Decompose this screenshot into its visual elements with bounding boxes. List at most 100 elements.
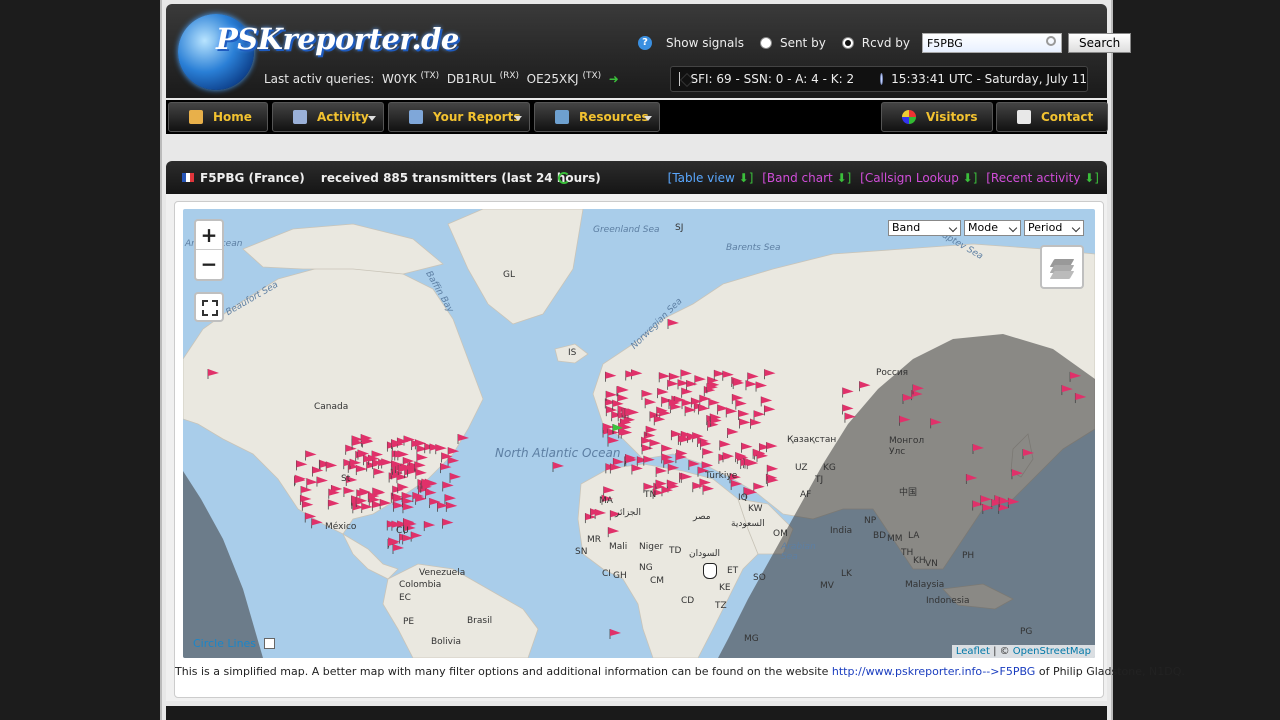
nav-visitors[interactable]: Visitors: [881, 102, 993, 132]
last-queries-label: Last activ queries:: [264, 72, 375, 86]
mongolia-label: Монгол Улс: [889, 436, 925, 457]
transmitter-flag-marker[interactable]: [402, 503, 414, 514]
arabian-sea-label: Arabian Sea: [781, 542, 816, 562]
circle-lines-checkbox[interactable]: [263, 638, 275, 649]
arctic-islands: [242, 223, 444, 275]
nav-activity[interactable]: Activity: [272, 102, 384, 132]
terminator-west-overlay: [183, 471, 263, 658]
callsign-lookup-link[interactable]: [Callsign Lookup ⬇]: [860, 171, 977, 185]
circle-lines-toggle[interactable]: Circle Lines: [193, 637, 275, 650]
nav-home[interactable]: Home: [168, 102, 268, 132]
map-footnote: This is a simplified map. A better map w…: [175, 665, 1185, 678]
mali-label: Mali: [609, 542, 628, 552]
transmitter-flag-marker[interactable]: [447, 456, 460, 467]
help-icon[interactable]: ?: [638, 36, 652, 50]
transmitter-flag-marker[interactable]: [440, 463, 452, 474]
transmitter-flag-marker[interactable]: [552, 462, 564, 472]
transmitter-flag-marker[interactable]: [449, 472, 462, 483]
ci-label: CI: [602, 569, 611, 579]
kw-label: KW: [748, 504, 763, 514]
utc-datetime: 15:33:41 UTC - Saturday, July 11: [891, 72, 1087, 86]
callsign-search-input[interactable]: [921, 33, 1062, 53]
recent-activity-link[interactable]: [Recent activity ⬇]: [986, 171, 1099, 185]
transmitter-flag-marker[interactable]: [442, 518, 454, 529]
rcvd-by-radio[interactable]: [841, 37, 854, 49]
eg-label: مصر: [693, 512, 711, 522]
page-container: PSKreporter.de Last activ queries: W0YK …: [160, 0, 1185, 720]
so-label: SO: [753, 573, 766, 583]
canada-label: Canada: [314, 402, 349, 412]
query-link[interactable]: OE25XKJ (TX): [523, 71, 601, 86]
band-chart-link[interactable]: [Band chart ⬇]: [762, 171, 851, 185]
transmitter-flag-marker[interactable]: [445, 501, 458, 512]
sent-by-radio[interactable]: [759, 37, 772, 49]
query-link[interactable]: W0YK (TX): [378, 71, 439, 86]
kh-label: KH: [913, 556, 926, 566]
layers-button[interactable]: [1040, 245, 1084, 289]
mr-label: MR: [587, 535, 602, 545]
np-label: NP: [864, 516, 877, 526]
query-link[interactable]: DB1RUL (RX): [443, 71, 519, 86]
td-label: TD: [669, 546, 682, 556]
info-bar: SFI: 69 - SSN: 0 - A: 4 - K: 2 15:33:41 …: [670, 66, 1088, 92]
site-logo[interactable]: PSKreporter.de: [216, 22, 459, 56]
mode-select[interactable]: Mode: [964, 220, 1021, 236]
uz-label: UZ: [795, 463, 808, 473]
circle-lines-label: Circle Lines: [193, 637, 257, 650]
nav-contact[interactable]: Contact: [996, 102, 1108, 132]
st-label: St: [341, 474, 351, 484]
tj-label: TJ: [815, 475, 824, 485]
zoom-out-button[interactable]: −: [196, 250, 222, 279]
nav-your-reports[interactable]: Your Reports: [388, 102, 530, 132]
et-label: ET: [727, 566, 739, 576]
transmitter-flag-marker[interactable]: [425, 488, 437, 499]
solar-icon: [679, 72, 681, 86]
osm-link[interactable]: OpenStreetMap: [1013, 646, 1091, 657]
pe-label: PE: [403, 617, 415, 627]
nav-resources[interactable]: Resources: [534, 102, 660, 132]
vn-label: VN: [925, 559, 938, 569]
pskreporter-link[interactable]: http://www.pskreporter.info-->F5PBG: [832, 665, 1035, 678]
transmitter-flag-marker[interactable]: [423, 521, 436, 532]
venezuela-label: Venezuela: [419, 568, 466, 578]
ma-label: MA: [599, 496, 613, 506]
station-status-bar: F5PBG (France) received 885 transmitters…: [166, 161, 1107, 194]
iq-label: IQ: [738, 493, 748, 503]
zoom-in-button[interactable]: +: [196, 221, 222, 250]
last-queries: Last activ queries: W0YK (TX) DB1RUL (RX…: [264, 71, 619, 86]
transmitter-flag-marker[interactable]: [410, 531, 423, 542]
activity-icon: [293, 110, 307, 124]
map-tiles: [183, 209, 1095, 658]
mexico-label: México: [325, 522, 357, 532]
chevron-down-icon: [514, 116, 522, 121]
transmitter-flag-marker[interactable]: [442, 481, 454, 492]
zoom-control: + −: [194, 219, 224, 281]
kazakhstan-label: Қазақстан: [787, 435, 837, 445]
leaflet-link[interactable]: Leaflet: [956, 646, 990, 657]
refresh-icon[interactable]: [558, 172, 570, 184]
af-label: AF: [800, 490, 812, 500]
site-header: PSKreporter.de Last activ queries: W0YK …: [166, 4, 1132, 98]
arrow-right-icon[interactable]: ➜: [605, 72, 619, 86]
solar-info: SFI: 69 - SSN: 0 - A: 4 - K: 2: [690, 72, 855, 86]
period-select[interactable]: Period: [1024, 220, 1084, 236]
band-select[interactable]: Band: [888, 220, 961, 236]
table-view-link[interactable]: [Table view ⬇]: [668, 171, 754, 185]
north-atlantic-ocean-label: North Atlantic Ocean: [495, 446, 621, 460]
contact-icon: [1017, 110, 1031, 124]
transmitter-flag-marker[interactable]: [609, 629, 621, 639]
mv-label: MV: [820, 581, 834, 591]
russia-label: Россия: [876, 368, 909, 378]
resources-icon: [555, 110, 569, 124]
mm-label: MM: [887, 534, 903, 544]
world-map[interactable]: Greenland Sea Barents Sea GL Baffin Bay …: [183, 209, 1095, 658]
greenland-sea-label: Greenland Sea: [593, 225, 660, 235]
search-button[interactable]: Search: [1067, 33, 1132, 53]
africa: [577, 463, 759, 658]
sa-label: السعودية: [731, 519, 765, 529]
main-content: F5PBG (France) received 885 transmitters…: [166, 161, 1185, 701]
show-signals-label: Show signals: [666, 36, 744, 50]
transmitter-flag-marker[interactable]: [392, 544, 404, 554]
turkiye-label: Türkiye: [705, 471, 738, 481]
fullscreen-button[interactable]: [194, 292, 224, 322]
